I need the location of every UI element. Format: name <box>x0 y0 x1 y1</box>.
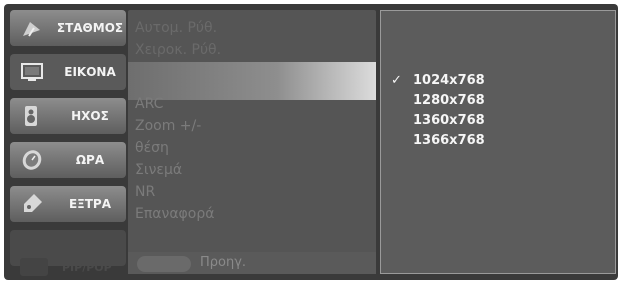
category-picture-label: ΕΙΚΟΝΑ <box>64 65 116 79</box>
category-sound-label: ΗΧΟΣ <box>71 109 109 123</box>
satellite-dish-icon <box>23 22 40 37</box>
previous-button[interactable] <box>137 256 191 272</box>
category-time[interactable]: ΩΡΑ <box>10 142 126 178</box>
monitor-icon <box>21 63 43 81</box>
tv-osd-screen: ΣΤΑΘΜΟΣ ΕΙΚΟΝΑ ΗΧΟΣ ΩΡΑ ΕΞΤΡΑ PIP/POP Αυ… <box>4 4 618 280</box>
picture-submenu: Αυτομ. Ρύθ. Χειροκ. Ρύθ. ARC Zoom +/- θέ… <box>128 10 376 274</box>
resolution-option-1366x768[interactable]: 1366x768 <box>413 133 485 148</box>
pip-label: PIP/POP <box>62 261 112 274</box>
category-sound[interactable]: ΗΧΟΣ <box>10 98 126 134</box>
submenu-bottom-bar: Προηγ. <box>128 252 376 274</box>
clock-icon <box>22 150 42 170</box>
submenu-item-zoom[interactable]: Zoom +/- <box>135 118 201 134</box>
resolution-option-1280x768[interactable]: 1280x768 <box>413 93 485 108</box>
submenu-item-arc[interactable]: ARC <box>135 96 163 112</box>
submenu-item-reset[interactable]: Επαναφορά <box>135 206 214 222</box>
submenu-item-position[interactable]: θέση <box>135 140 169 156</box>
previous-label: Προηγ. <box>200 255 247 270</box>
resolution-option-1360x768[interactable]: 1360x768 <box>413 113 485 128</box>
submenu-selected-highlight[interactable] <box>128 62 376 100</box>
category-time-label: ΩΡΑ <box>75 153 105 167</box>
category-sidebar: ΣΤΑΘΜΟΣ ΕΙΚΟΝΑ ΗΧΟΣ ΩΡΑ ΕΞΤΡΑ PIP/POP <box>10 10 126 276</box>
category-extra-label: ΕΞΤΡΑ <box>68 197 112 211</box>
category-picture[interactable]: ΕΙΚΟΝΑ <box>10 54 126 90</box>
submenu-item-manual-config[interactable]: Χειροκ. Ρύθ. <box>135 42 221 58</box>
submenu-item-auto-config[interactable]: Αυτομ. Ρύθ. <box>135 20 217 36</box>
speaker-icon <box>25 106 37 126</box>
category-extra[interactable]: ΕΞΤΡΑ <box>10 186 126 222</box>
selected-check-icon: ✓ <box>391 73 402 88</box>
category-station[interactable]: ΣΤΑΘΜΟΣ <box>10 10 126 46</box>
pip-icon <box>20 258 48 276</box>
tag-icon <box>24 194 42 212</box>
submenu-item-nr[interactable]: NR <box>135 184 155 200</box>
resolution-option-1024x768[interactable]: 1024x768 <box>413 73 485 88</box>
category-station-label: ΣΤΑΘΜΟΣ <box>56 21 124 35</box>
resolution-panel: ✓ 1024x768 1280x768 1360x768 1366x768 <box>380 10 616 274</box>
submenu-item-cinema[interactable]: Σινεμά <box>135 162 182 178</box>
